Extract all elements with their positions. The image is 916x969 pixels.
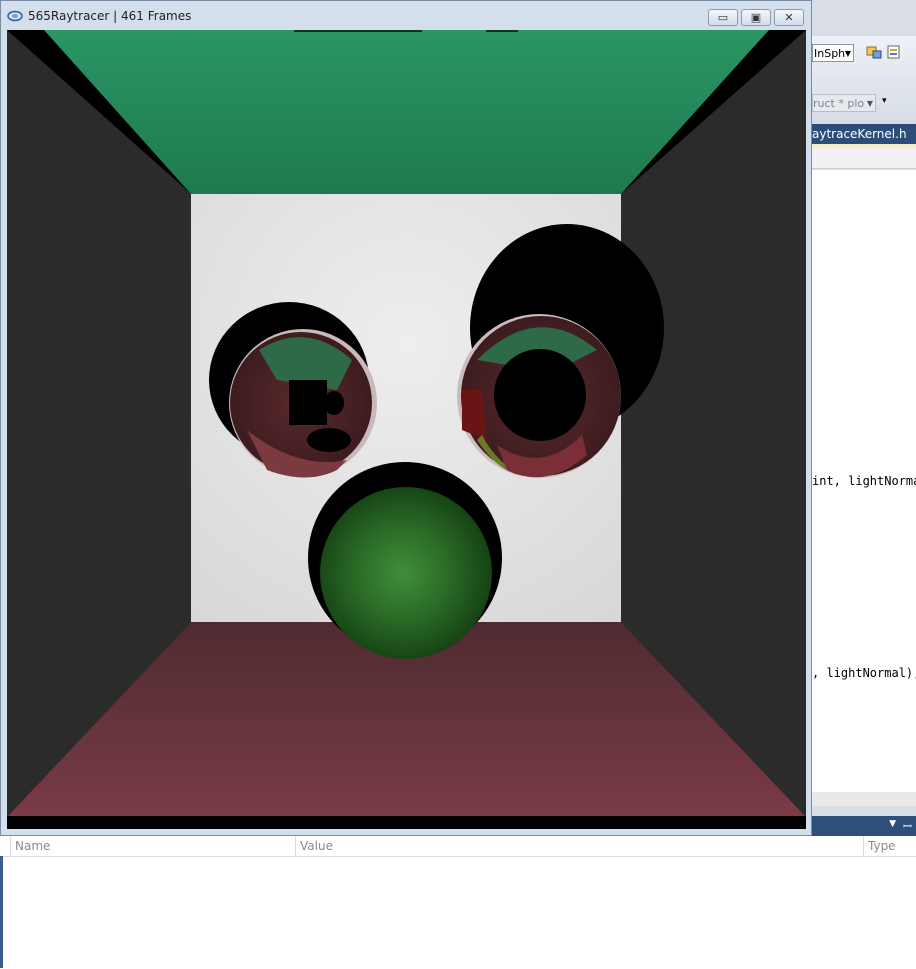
panel-titlebar: ▼ ꟷ (812, 816, 916, 836)
light-strip (486, 30, 518, 32)
chevron-down-icon: ▼ (866, 99, 873, 108)
horizontal-scrollbar[interactable] (812, 792, 916, 806)
properties-icon[interactable] (886, 44, 902, 60)
maximize-button[interactable]: ▣ (741, 9, 771, 26)
app-icon (7, 10, 23, 22)
render-viewport[interactable] (7, 30, 806, 829)
column-name[interactable]: Name (10, 836, 295, 856)
window-title: 565Raytracer | 461 Frames (28, 9, 192, 23)
column-type[interactable]: Type (863, 836, 916, 856)
left-mirror-sphere (229, 329, 377, 478)
light-strip (294, 30, 422, 32)
raytracer-window[interactable]: 565Raytracer | 461 Frames ▭ ▣ ✕ (0, 0, 812, 836)
minimize-button[interactable]: ▭ (708, 9, 738, 26)
viewport-bottom-border (7, 816, 806, 829)
right-mirror-sphere (457, 314, 621, 478)
chevron-down-icon: ▼ (844, 49, 851, 58)
watch-header: Name Value Type (0, 836, 916, 857)
file-tab-label: aytraceKernel.h (812, 127, 907, 141)
minimize-icon: ▭ (717, 11, 729, 24)
combo-value: InSph (814, 47, 846, 60)
toolbar-overflow-icon[interactable]: ▾ (882, 96, 894, 112)
rendered-scene (7, 30, 806, 817)
window-titlebar[interactable]: 565Raytracer | 461 Frames ▭ ▣ ✕ (1, 1, 813, 31)
editor-navbar (812, 148, 916, 169)
pin-icon[interactable]: ꟷ (903, 819, 912, 834)
solution-config-combo[interactable]: InSph ▼ (812, 44, 854, 62)
close-icon: ✕ (784, 11, 794, 24)
close-button[interactable]: ✕ (774, 9, 804, 26)
combo2-value: ruct * plo (813, 97, 865, 110)
panel-edge (0, 856, 3, 968)
column-value[interactable]: Value (295, 836, 863, 856)
maximize-icon: ▣ (750, 11, 762, 24)
code-line: int, lightNormal (812, 474, 916, 488)
find-icon[interactable] (866, 44, 882, 60)
member-combo[interactable]: ruct * plo ▼ (812, 94, 876, 112)
chevron-down-icon[interactable]: ▼ (889, 819, 896, 829)
code-line: , lightNormal); (812, 666, 916, 680)
file-tab[interactable]: aytraceKernel.h (812, 124, 916, 144)
green-sphere (320, 487, 492, 659)
